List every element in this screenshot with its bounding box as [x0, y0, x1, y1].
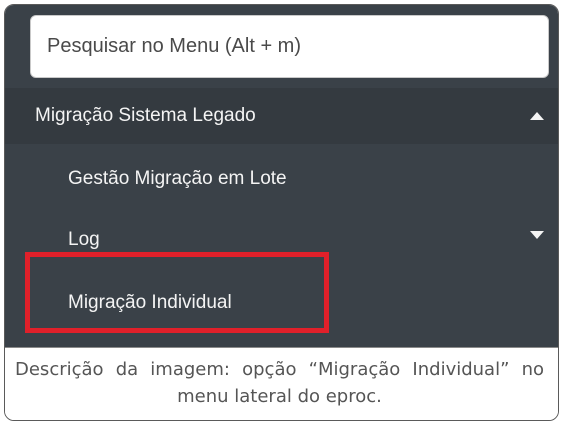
menu-item-log[interactable]: Log — [5, 217, 558, 253]
menu-group-label: Migração Sistema Legado — [35, 105, 256, 126]
menu-item-label: Log — [68, 229, 100, 250]
menu-search-input[interactable] — [30, 15, 549, 78]
caret-up-icon[interactable] — [530, 112, 544, 120]
image-caption: Descrição da imagem: opção “Migração Ind… — [5, 347, 558, 420]
menu-item-label: Migração Individual — [68, 292, 232, 313]
sidebar-menu: Migração Sistema Legado Gestão Migração … — [5, 5, 558, 347]
screenshot-frame: Migração Sistema Legado Gestão Migração … — [4, 4, 559, 421]
menu-item-gestao-migracao-em-lote[interactable]: Gestão Migração em Lote — [5, 151, 558, 207]
menu-item-migracao-individual[interactable]: Migração Individual — [5, 275, 558, 331]
caret-down-icon[interactable] — [530, 231, 544, 239]
menu-item-label: Gestão Migração em Lote — [68, 168, 287, 189]
menu-group-migracao-sistema-legado[interactable]: Migração Sistema Legado — [5, 88, 558, 144]
